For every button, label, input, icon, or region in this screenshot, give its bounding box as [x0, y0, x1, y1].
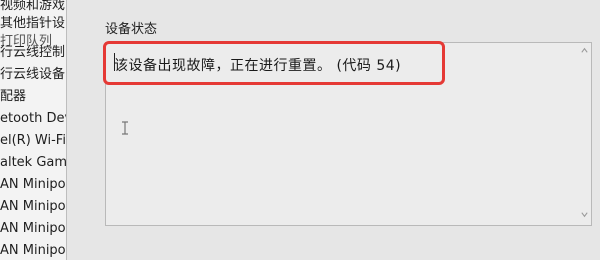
tree-item[interactable]: 行云线控制 — [0, 44, 65, 62]
tree-item[interactable]: 视频和游戏 — [0, 0, 65, 15]
tree-item[interactable]: 其他指针设 — [0, 15, 65, 33]
status-scrollbar[interactable] — [578, 44, 590, 224]
tree-item[interactable]: el(R) Wi-Fi — [0, 132, 66, 150]
ibeam-cursor-icon — [122, 121, 128, 135]
tree-item[interactable]: 行云线设备 — [0, 66, 65, 84]
tree-item[interactable]: altek Gami — [0, 154, 66, 172]
tree-item[interactable]: AN Minipor — [0, 220, 66, 238]
scroll-up-arrow-icon[interactable] — [580, 46, 589, 55]
highlight-annotation — [103, 41, 445, 85]
tree-item[interactable]: AN Minipor — [0, 176, 66, 194]
tree-item[interactable]: etooth Dev — [0, 110, 66, 128]
scroll-down-arrow-icon[interactable] — [580, 210, 589, 219]
tree-item[interactable]: 配器 — [0, 88, 26, 106]
device-tree-panel: 视频和游戏 其他指针设 打印队列 行云线控制 行云线设备 配器 etooth D… — [0, 0, 67, 260]
tree-item[interactable]: AN Minipor — [0, 242, 66, 260]
tree-item[interactable]: AN Minipor — [0, 198, 66, 216]
device-status-label: 设备状态 — [105, 22, 158, 37]
